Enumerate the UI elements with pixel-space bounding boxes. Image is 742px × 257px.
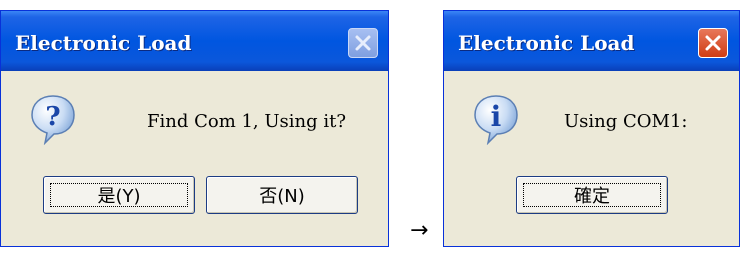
no-button-label: 否(N) xyxy=(259,186,305,207)
close-icon xyxy=(705,35,721,51)
dialog-title: Electronic Load xyxy=(458,31,635,55)
no-button[interactable]: 否(N) xyxy=(206,176,358,214)
focus-rect xyxy=(523,183,661,207)
flow-arrow: → xyxy=(410,218,429,243)
dialog-title: Electronic Load xyxy=(15,31,192,55)
yes-button[interactable]: 是(Y) xyxy=(43,176,195,214)
title-bar[interactable]: Electronic Load xyxy=(444,11,739,71)
message-text: Find Com 1, Using it? xyxy=(147,111,347,132)
info-icon: i xyxy=(474,95,518,145)
dialog-find-com: Electronic Load ? Find Com 1, Using it? … xyxy=(0,10,389,247)
message-text: Using COM1: xyxy=(564,111,688,132)
title-bar[interactable]: Electronic Load xyxy=(1,11,388,71)
focus-rect xyxy=(50,183,188,207)
close-button[interactable] xyxy=(348,28,378,58)
ok-button[interactable]: 確定 xyxy=(516,176,668,214)
close-icon xyxy=(355,35,371,51)
close-button[interactable] xyxy=(698,28,728,58)
svg-text:i: i xyxy=(491,100,502,133)
question-icon: ? xyxy=(31,95,75,145)
dialog-using-com: Electronic Load i Using COM1: 確定 xyxy=(443,10,740,247)
svg-text:?: ? xyxy=(45,102,60,132)
